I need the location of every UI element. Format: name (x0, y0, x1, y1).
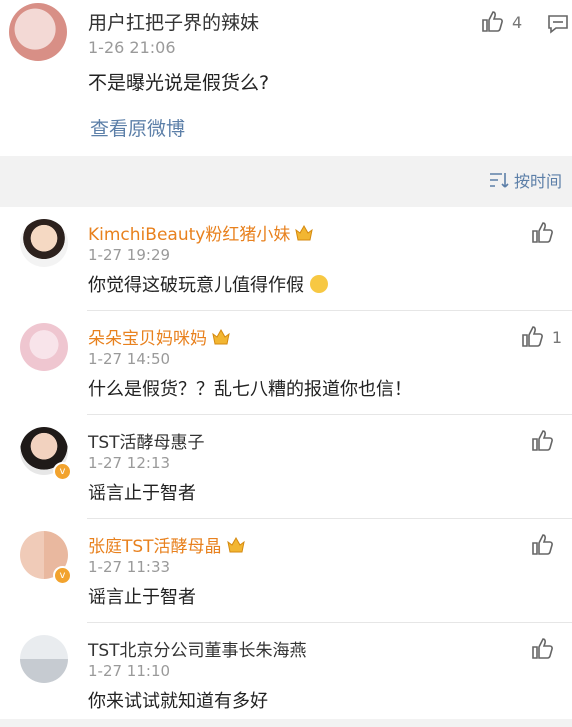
laughing-emoji-icon (309, 275, 328, 293)
sort-by-time[interactable]: 按时间 (489, 168, 562, 192)
avatar[interactable] (20, 219, 68, 267)
like-button[interactable] (531, 429, 562, 453)
comment-text: 谣言止于智者 (88, 587, 196, 608)
crown-icon (226, 536, 246, 554)
comment-time: 1-27 12:13 (88, 454, 171, 472)
sort-icon (489, 173, 509, 188)
comment-time: 1-27 19:29 (88, 246, 171, 264)
comment-username[interactable]: TST活酵母惠子 (88, 428, 205, 453)
comment-text: 你觉得这破玩意儿值得作假 (88, 271, 328, 297)
comment-item: v 张庭TST活酵母晶 1-27 11:33 谣言止于智者 (0, 519, 572, 623)
comment-username[interactable]: TST北京分公司董事长朱海燕 (88, 636, 307, 661)
comment-button[interactable] (546, 12, 570, 40)
original-post: 用户扛把子界的辣妹 1-26 21:06 不是曝光说是假货么? 查看原微博 4 (0, 0, 572, 156)
thumbs-up-icon (532, 638, 553, 659)
avatar[interactable] (9, 3, 67, 61)
like-button[interactable]: 1 (521, 325, 562, 349)
crown-icon (294, 224, 314, 242)
avatar[interactable] (20, 323, 68, 371)
post-username[interactable]: 用户扛把子界的辣妹 (88, 8, 259, 35)
comment-time: 1-27 11:10 (88, 662, 171, 680)
crown-icon (211, 328, 231, 346)
like-button[interactable]: 4 (481, 10, 522, 34)
comment-item: v TST活酵母惠子 1-27 12:13 谣言止于智者 (0, 415, 572, 519)
verified-icon: v (53, 566, 72, 585)
comment-item: TST北京分公司董事长朱海燕 1-27 11:10 你来试试就知道有多好 (0, 623, 572, 727)
comment-item: KimchiBeauty粉红猪小妹 1-27 19:29 你觉得这破玩意儿值得作… (0, 207, 572, 311)
like-count: 1 (551, 327, 562, 347)
thumbs-up-icon (532, 534, 553, 555)
comment-icon (548, 15, 568, 34)
comment-username[interactable]: 张庭TST活酵母晶 (88, 532, 246, 557)
comment-username[interactable]: KimchiBeauty粉红猪小妹 (88, 220, 314, 245)
verified-icon: v (53, 462, 72, 481)
view-original-link[interactable]: 查看原微博 (90, 114, 185, 141)
thumbs-up-icon (522, 326, 543, 347)
sort-label: 按时间 (513, 172, 562, 191)
avatar[interactable] (20, 635, 68, 683)
thumbs-up-icon (532, 222, 553, 243)
thumbs-up-icon (482, 11, 503, 32)
comment-text: 什么是假货？？乱七八糟的报道你也信！ (88, 379, 412, 400)
post-time: 1-26 21:06 (88, 38, 176, 57)
like-button[interactable] (531, 221, 562, 245)
comment-item: 朵朵宝贝妈咪妈 1-27 14:50 什么是假货？？乱七八糟的报道你也信！ 1 (0, 311, 572, 415)
thumbs-up-icon (532, 430, 553, 451)
comment-text: 你来试试就知道有多好 (88, 691, 268, 712)
like-button[interactable] (531, 637, 562, 661)
comment-list: KimchiBeauty粉红猪小妹 1-27 19:29 你觉得这破玩意儿值得作… (0, 207, 572, 719)
comment-text: 谣言止于智者 (88, 483, 196, 504)
like-button[interactable] (531, 533, 562, 557)
post-text: 不是曝光说是假货么? (88, 72, 270, 94)
like-count: 4 (512, 12, 523, 32)
comment-time: 1-27 14:50 (88, 350, 171, 368)
comment-time: 1-27 11:33 (88, 558, 171, 576)
comment-username[interactable]: 朵朵宝贝妈咪妈 (88, 324, 231, 349)
